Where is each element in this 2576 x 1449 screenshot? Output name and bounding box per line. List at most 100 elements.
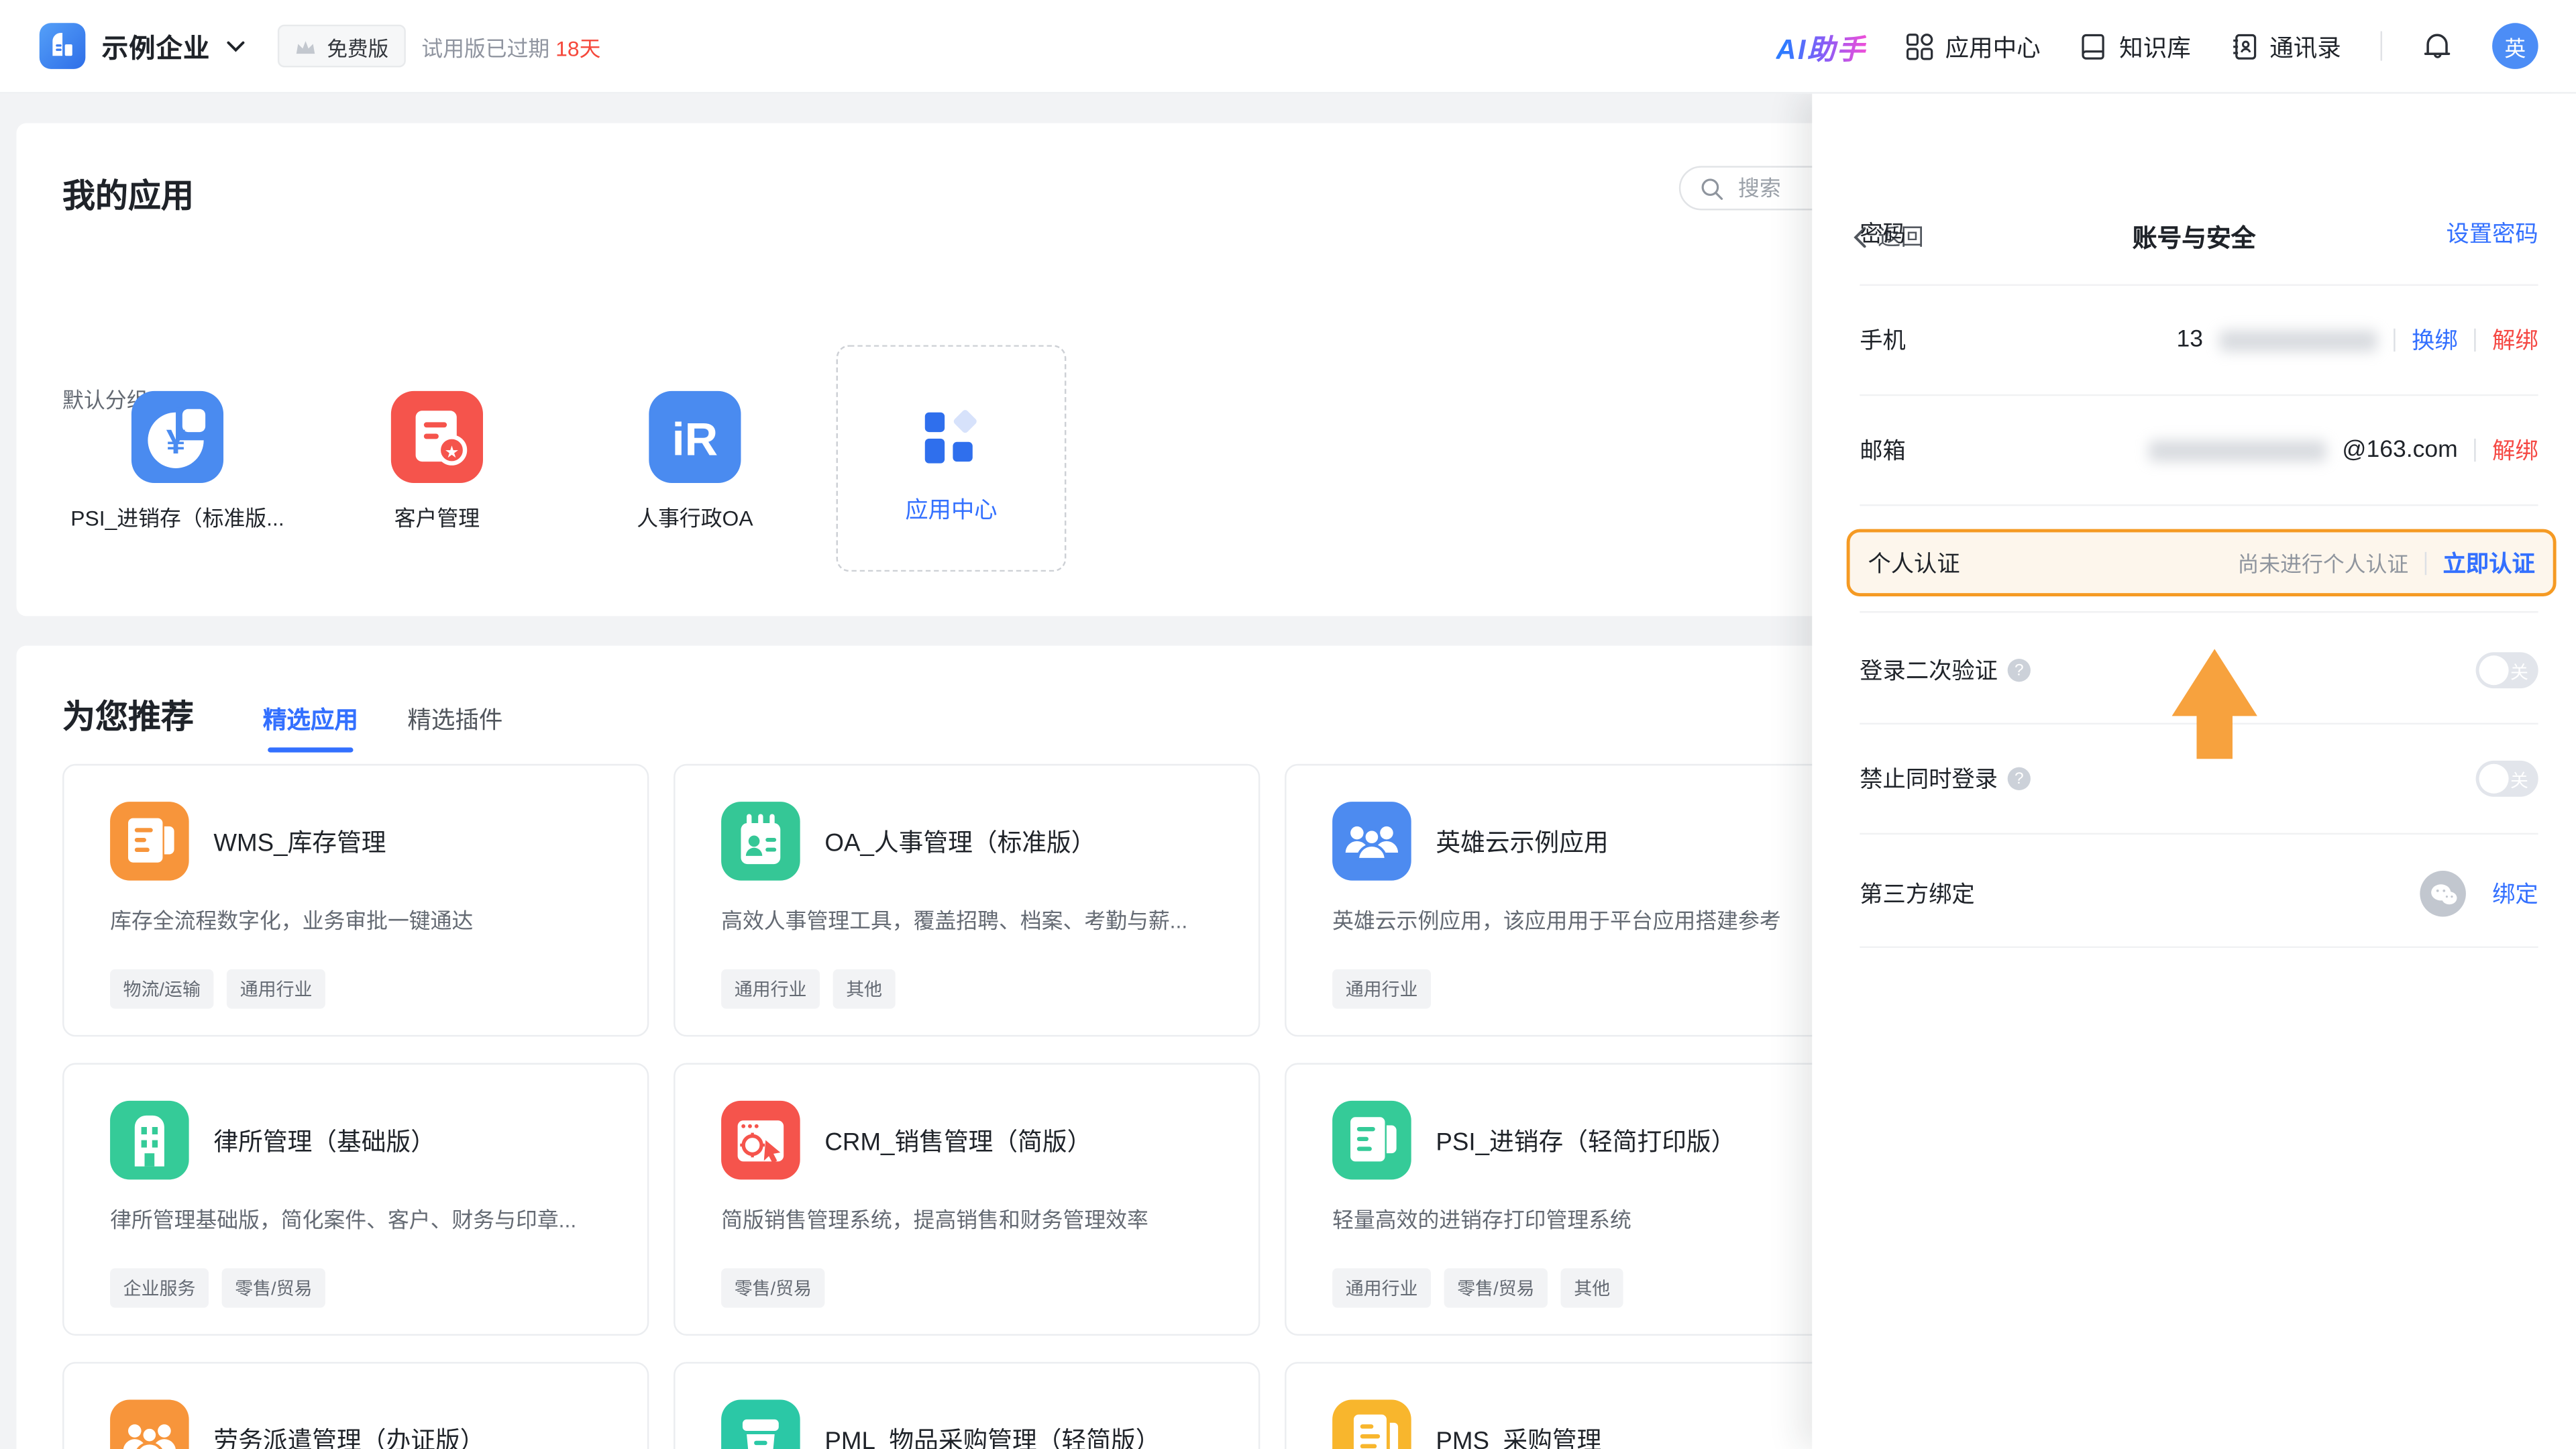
app-tile-hr-oa[interactable]: iR 人事行政OA [580,391,810,533]
app-center-tile[interactable]: 应用中心 [837,345,1067,572]
personal-cert-row[interactable]: 个人认证 尚未进行个人认证 立即认证 [1847,529,2557,596]
recommended-app-card[interactable]: 英雄云示例应用 英雄云示例应用，该应用用于平台应用搭建参考 通用行业 [1285,764,1871,1037]
nav-knowledge-base[interactable]: 知识库 [2080,29,2190,63]
document-printer-icon [1332,1101,1411,1180]
app-description: 库存全流程数字化，业务审批一键通达 [110,904,601,935]
app-tag: 零售/贸易 [721,1269,824,1308]
app-title: 律所管理（基础版） [213,1123,435,1157]
company-switcher[interactable]: 示例企业 [40,23,245,69]
app-title: PML_物品采购管理（轻简版） [824,1422,1160,1449]
help-icon[interactable]: ? [2008,767,2031,790]
user-avatar[interactable]: 英 [2492,23,2538,69]
app-tag: 通用行业 [721,969,820,1009]
nav-divider [2381,32,2382,61]
app-tag: 通用行业 [1332,969,1431,1009]
recommended-app-card[interactable]: WMS_库存管理 库存全流程数字化，业务审批一键通达 物流/运输通用行业 [62,764,649,1037]
trial-status: 试用版已过期 18天 [421,30,600,62]
tab-featured-apps[interactable]: 精选应用 [263,702,358,753]
app-description: 简版销售管理系统，提高销售和财务管理效率 [721,1203,1212,1234]
app-tag: 零售/贸易 [222,1269,325,1308]
recommended-app-card[interactable]: PSI_进销存（轻简打印版） 轻量高效的进销存打印管理系统 通用行业零售/贸易其… [1285,1063,1871,1336]
forbid-concurrent-toggle[interactable]: 关 [2476,761,2538,797]
forbid-concurrent-label: 禁止同时登录? [1860,762,2031,795]
recommended-app-card[interactable]: PML_物品采购管理（轻简版） [674,1362,1260,1449]
recommended-app-card[interactable]: 律所管理（基础版） 律所管理基础版，简化案件、客户、财务与印章... 企业服务零… [62,1063,649,1336]
recommended-app-card[interactable]: CRM_销售管理（简版） 简版销售管理系统，提高销售和财务管理效率 零售/贸易 [674,1063,1260,1336]
nav-app-center[interactable]: 应用中心 [1906,29,2041,63]
nav-contacts[interactable]: 通讯录 [2230,29,2341,63]
app-tag: 通用行业 [1332,1269,1431,1308]
nav-contacts-label: 通讯录 [2269,29,2341,63]
app-tags: 通用行业零售/贸易其他 [1332,1269,1623,1308]
unbind-email-link[interactable]: 解绑 [2492,434,2538,467]
unbind-phone-link[interactable]: 解绑 [2492,323,2538,356]
plan-badge[interactable]: 免费版 [278,25,405,68]
action-divider [2425,551,2426,574]
building-icon [110,1101,189,1180]
app-tile-customer-mgmt[interactable]: ★ 客户管理 [322,391,552,533]
app-tags: 零售/贸易 [721,1269,824,1308]
company-logo-icon [40,23,86,69]
wechat-icon[interactable] [2420,871,2466,917]
trial-days: 18天 [555,36,600,60]
email-label: 邮箱 [1860,434,1906,467]
app-center-squares-icon [918,404,984,470]
personal-cert-label: 个人认证 [1868,546,1960,579]
phone-label: 手机 [1860,323,1906,356]
login-2fa-toggle[interactable]: 关 [2476,652,2538,688]
company-name: 示例企业 [102,26,211,66]
password-label: 密码 [1860,217,1906,250]
app-tile-psi-standard[interactable]: ¥ PSI_进销存（标准版... [62,391,292,533]
svg-text:¥: ¥ [166,422,186,461]
book-icon [2080,32,2108,60]
app-tag: 其他 [833,969,896,1009]
target-cursor-icon [721,1101,800,1180]
chevron-down-icon [227,40,245,52]
notification-bell-icon[interactable] [2422,30,2453,62]
action-divider [2394,329,2395,352]
app-title: WMS_库存管理 [213,824,386,858]
app-tile-label: 人事行政OA [580,501,810,533]
top-bar: 示例企业 免费版 试用版已过期 18天 AI助手 应用中心 知识库 通讯录 [0,0,2576,94]
app-tag: 零售/贸易 [1444,1269,1548,1308]
toggle-state-label: 关 [2510,659,2528,685]
svg-text:iR: iR [672,413,718,465]
row-divider [1860,504,2538,506]
app-tags: 物流/运输通用行业 [110,969,325,1009]
app-tag: 物流/运输 [110,969,213,1009]
ai-assistant-link[interactable]: AI助手 [1776,25,1866,66]
password-row: 密码 设置密码 [1860,180,2538,286]
app-tags: 通用行业其他 [721,969,896,1009]
set-password-link[interactable]: 设置密码 [2447,217,2538,250]
nav-knowledge-base-label: 知识库 [2119,29,2191,63]
hr-notepad-icon [721,802,800,881]
recommended-app-card[interactable]: PMS_采购管理 [1285,1362,1871,1449]
tab-featured-plugins[interactable]: 精选插件 [407,702,502,753]
recommended-app-card[interactable]: OA_人事管理（标准版） 高效人事管理工具，覆盖招聘、档案、考勤与薪... 通用… [674,764,1260,1037]
app-title: CRM_销售管理（简版） [824,1123,1091,1157]
recommended-app-card[interactable]: 劳务派遣管理（办证版） [62,1362,649,1449]
email-domain: @163.com [2342,437,2457,463]
receipt-icon [1332,1400,1411,1449]
third-party-row: 第三方绑定 绑定 [1860,841,2538,947]
recommend-tabs: 精选应用 精选插件 [263,702,503,753]
app-tags: 企业服务零售/贸易 [110,1269,325,1308]
toggle-knob [2479,764,2509,794]
document-star-icon: ★ [391,391,483,483]
app-title: PSI_进销存（轻简打印版） [1436,1123,1735,1157]
action-divider [2474,439,2475,462]
rebind-phone-link[interactable]: 换绑 [2412,323,2458,356]
bind-wechat-link[interactable]: 绑定 [2492,877,2538,910]
app-title: 英雄云示例应用 [1436,824,1608,858]
help-icon[interactable]: ? [2008,659,2031,682]
action-divider [2474,329,2475,352]
recommend-title: 为您推荐 [62,690,194,738]
app-center-label: 应用中心 [838,493,1065,526]
people-group-icon [110,1400,189,1449]
people-group-icon [1332,802,1411,881]
verify-now-link[interactable]: 立即认证 [2443,546,2535,579]
document-printer-icon [110,802,189,881]
third-party-label: 第三方绑定 [1860,877,1974,910]
login-2fa-label: 登录二次验证? [1860,654,2031,687]
app-description: 轻量高效的进销存打印管理系统 [1332,1203,1823,1234]
